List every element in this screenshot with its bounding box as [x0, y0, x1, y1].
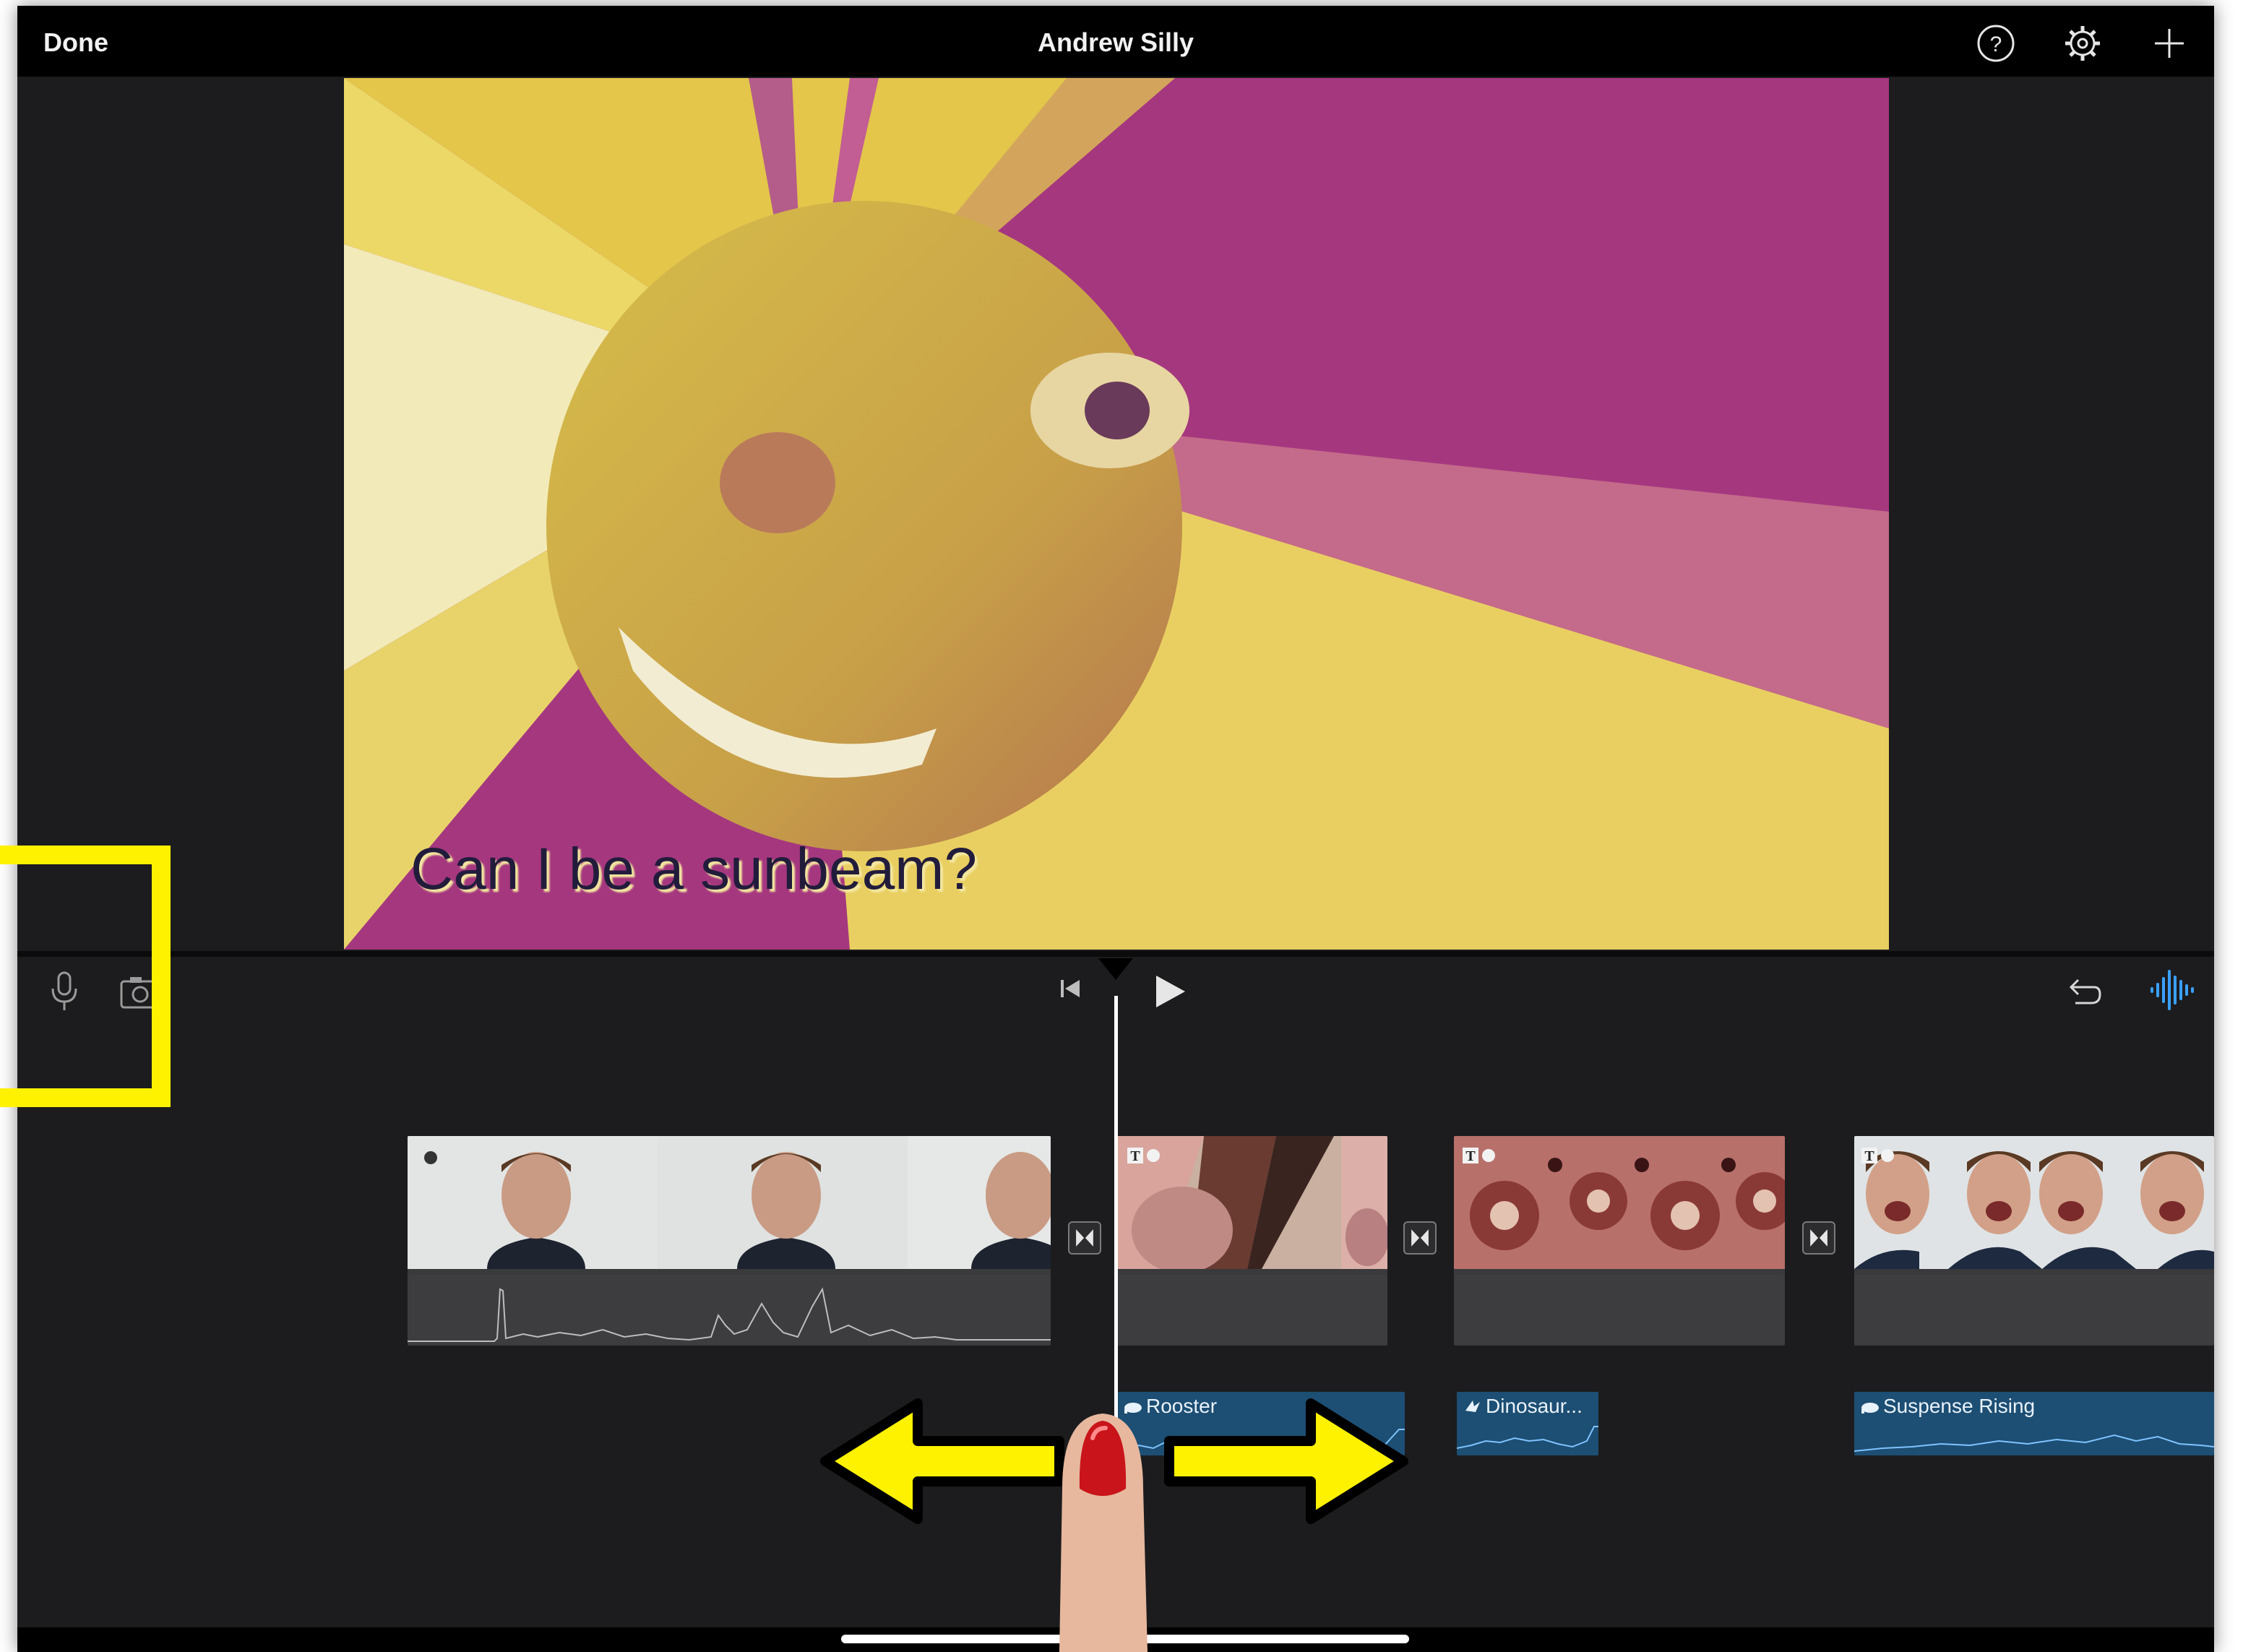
transition-button[interactable]	[1068, 1221, 1101, 1255]
clip-kaleidoscope-thumbnail: T	[1454, 1136, 1785, 1269]
project-title: Andrew Silly	[1037, 27, 1194, 57]
clip-selfie-smiling-thumbnail	[408, 1136, 1051, 1269]
undo-icon[interactable]	[2062, 971, 2103, 1012]
highlight-bracket-annotation	[0, 846, 171, 1107]
playhead-marker	[1098, 958, 1133, 980]
svg-text:T: T	[1864, 1148, 1874, 1164]
music-track-clip[interactable]: Suspense Rising	[1854, 1392, 2214, 1455]
music-track-label: Dinosaur...	[1486, 1395, 1583, 1417]
clip-sunbeam-thumbnail: T	[1117, 1136, 1387, 1269]
audio-waveform-icon[interactable]	[2148, 967, 2198, 1013]
clip-audio-empty	[1854, 1275, 2214, 1344]
help-icon[interactable]: ?	[1976, 23, 2016, 64]
video-preview[interactable]: Can I be a sunbeam?	[344, 78, 1889, 950]
music-waveform	[1854, 1434, 2214, 1452]
add-icon[interactable]	[2149, 23, 2190, 64]
svg-text:T: T	[1465, 1148, 1476, 1164]
clip-thumbnails: T	[1854, 1136, 2214, 1269]
music-clip-icon	[1861, 1403, 1879, 1414]
video-clip[interactable]: T	[1454, 1136, 1785, 1346]
clip-thumbnails	[408, 1136, 1051, 1269]
title-caption: Can I be a sunbeam?	[410, 836, 978, 902]
transition-button[interactable]	[1403, 1221, 1437, 1255]
clip-thumbnails: T	[1454, 1136, 1785, 1269]
skip-to-start-icon[interactable]	[1056, 974, 1085, 1003]
video-clip[interactable]: T	[1854, 1136, 2214, 1346]
clip-audio-waveform	[408, 1275, 1051, 1344]
clip-thumbnails: T	[1117, 1136, 1387, 1269]
music-waveform	[1457, 1426, 1598, 1449]
preview-frame-image	[344, 78, 1889, 950]
transition-button[interactable]	[1802, 1221, 1835, 1255]
clip-audio-empty	[1117, 1275, 1387, 1344]
clip-audio-empty	[1454, 1275, 1785, 1344]
pointing-finger-image	[1059, 1414, 1148, 1652]
video-clip[interactable]	[408, 1136, 1051, 1346]
svg-text:?: ?	[1990, 33, 2002, 56]
clip-mirror-faces-thumbnail: T	[1854, 1136, 2214, 1269]
viewer-timeline-divider[interactable]	[17, 951, 2214, 957]
sound-effect-icon	[1465, 1401, 1480, 1412]
music-track-label: Suspense Rising	[1883, 1395, 2036, 1417]
sound-effect-clip[interactable]: Dinosaur...	[1457, 1392, 1598, 1455]
settings-icon[interactable]	[2062, 23, 2103, 64]
svg-text:T: T	[1130, 1148, 1140, 1164]
play-icon[interactable]	[1149, 971, 1189, 1012]
video-clip[interactable]: T	[1117, 1136, 1387, 1346]
top-bar: Done Andrew Silly ?	[17, 6, 2214, 77]
